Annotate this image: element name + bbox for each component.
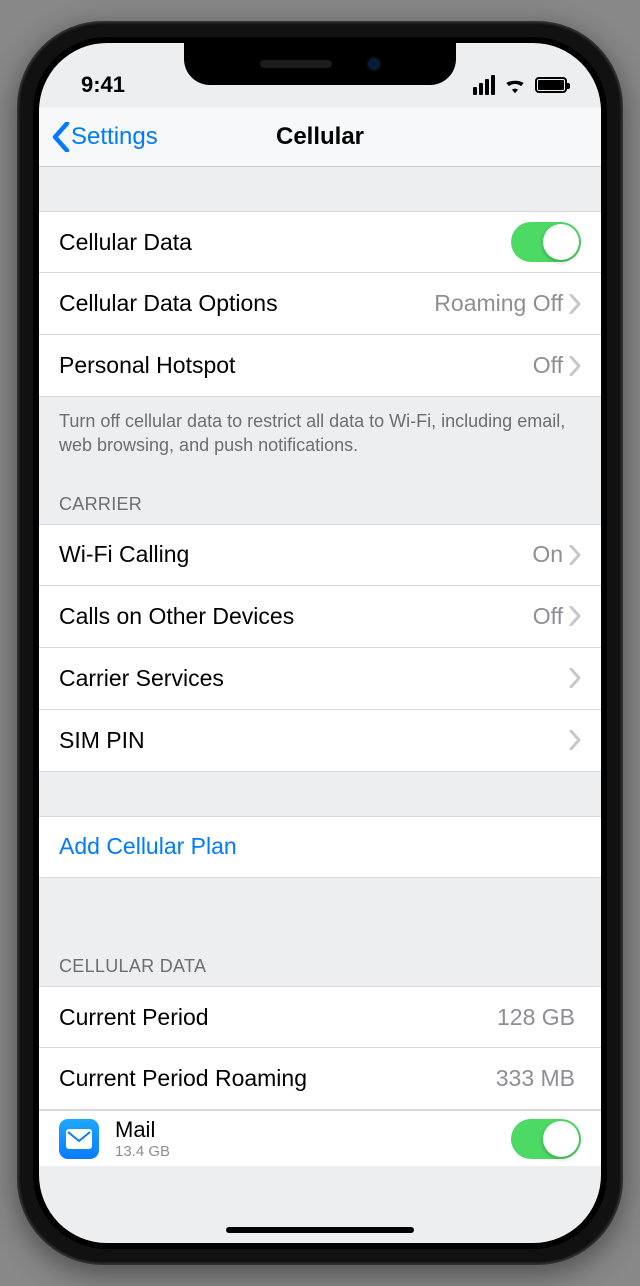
- cellular-data-options-label: Cellular Data Options: [59, 290, 434, 317]
- wifi-icon: [503, 76, 527, 94]
- current-period-row: Current Period 128 GB: [39, 986, 601, 1048]
- carrier-services-row[interactable]: Carrier Services: [39, 648, 601, 710]
- phone-bezel: 9:41 Settings Cellular Cellular Data: [33, 37, 607, 1249]
- current-period-label: Current Period: [59, 1004, 497, 1031]
- section1-footer: Turn off cellular data to restrict all d…: [39, 397, 601, 470]
- cellular-data-options-row[interactable]: Cellular Data Options Roaming Off: [39, 273, 601, 335]
- current-period-roaming-label: Current Period Roaming: [59, 1065, 496, 1092]
- chevron-left-icon: [51, 122, 71, 152]
- personal-hotspot-label: Personal Hotspot: [59, 352, 533, 379]
- add-cellular-plan-row[interactable]: Add Cellular Plan: [39, 816, 601, 878]
- status-time: 9:41: [81, 72, 125, 98]
- mail-app-usage: 13.4 GB: [115, 1143, 511, 1160]
- chevron-right-icon: [569, 668, 581, 688]
- nav-bar: Settings Cellular: [39, 107, 601, 167]
- chevron-right-icon: [569, 730, 581, 750]
- current-period-detail: 128 GB: [497, 1004, 575, 1031]
- mail-app-toggle[interactable]: [511, 1119, 581, 1159]
- wifi-calling-row[interactable]: Wi-Fi Calling On: [39, 524, 601, 586]
- calls-other-devices-detail: Off: [533, 603, 563, 630]
- sim-pin-row[interactable]: SIM PIN: [39, 710, 601, 772]
- chevron-right-icon: [569, 606, 581, 626]
- wifi-calling-label: Wi-Fi Calling: [59, 541, 532, 568]
- screen: 9:41 Settings Cellular Cellular Data: [39, 43, 601, 1243]
- status-right: [473, 75, 567, 95]
- cellular-signal-icon: [473, 75, 495, 95]
- chevron-right-icon: [569, 545, 581, 565]
- mail-app-info: Mail 13.4 GB: [115, 1117, 511, 1160]
- back-button[interactable]: Settings: [51, 122, 158, 152]
- notch: [184, 43, 456, 85]
- back-label: Settings: [71, 123, 158, 151]
- cellular-data-toggle[interactable]: [511, 222, 581, 262]
- wifi-calling-detail: On: [532, 541, 563, 568]
- personal-hotspot-detail: Off: [533, 352, 563, 379]
- mail-app-name: Mail: [115, 1117, 511, 1143]
- current-period-roaming-row: Current Period Roaming 333 MB: [39, 1048, 601, 1110]
- chevron-right-icon: [569, 356, 581, 376]
- content[interactable]: Cellular Data Cellular Data Options Roam…: [39, 167, 601, 1243]
- phone-frame: 9:41 Settings Cellular Cellular Data: [17, 21, 623, 1265]
- calls-other-devices-label: Calls on Other Devices: [59, 603, 533, 630]
- page-title: Cellular: [276, 123, 364, 151]
- carrier-services-label: Carrier Services: [59, 665, 569, 692]
- personal-hotspot-row[interactable]: Personal Hotspot Off: [39, 335, 601, 397]
- cellular-data-row[interactable]: Cellular Data: [39, 211, 601, 273]
- mail-app-row[interactable]: Mail 13.4 GB: [39, 1110, 601, 1166]
- mail-app-icon: [59, 1119, 99, 1159]
- calls-other-devices-row[interactable]: Calls on Other Devices Off: [39, 586, 601, 648]
- battery-icon: [535, 77, 567, 93]
- section4-header: CELLULAR DATA: [39, 932, 601, 986]
- current-period-roaming-detail: 333 MB: [496, 1065, 575, 1092]
- cellular-data-label: Cellular Data: [59, 229, 511, 256]
- chevron-right-icon: [569, 294, 581, 314]
- section2-header: CARRIER: [39, 470, 601, 524]
- home-indicator[interactable]: [226, 1227, 414, 1233]
- cellular-data-options-detail: Roaming Off: [434, 290, 563, 317]
- add-cellular-plan-label: Add Cellular Plan: [59, 833, 581, 860]
- sim-pin-label: SIM PIN: [59, 727, 569, 754]
